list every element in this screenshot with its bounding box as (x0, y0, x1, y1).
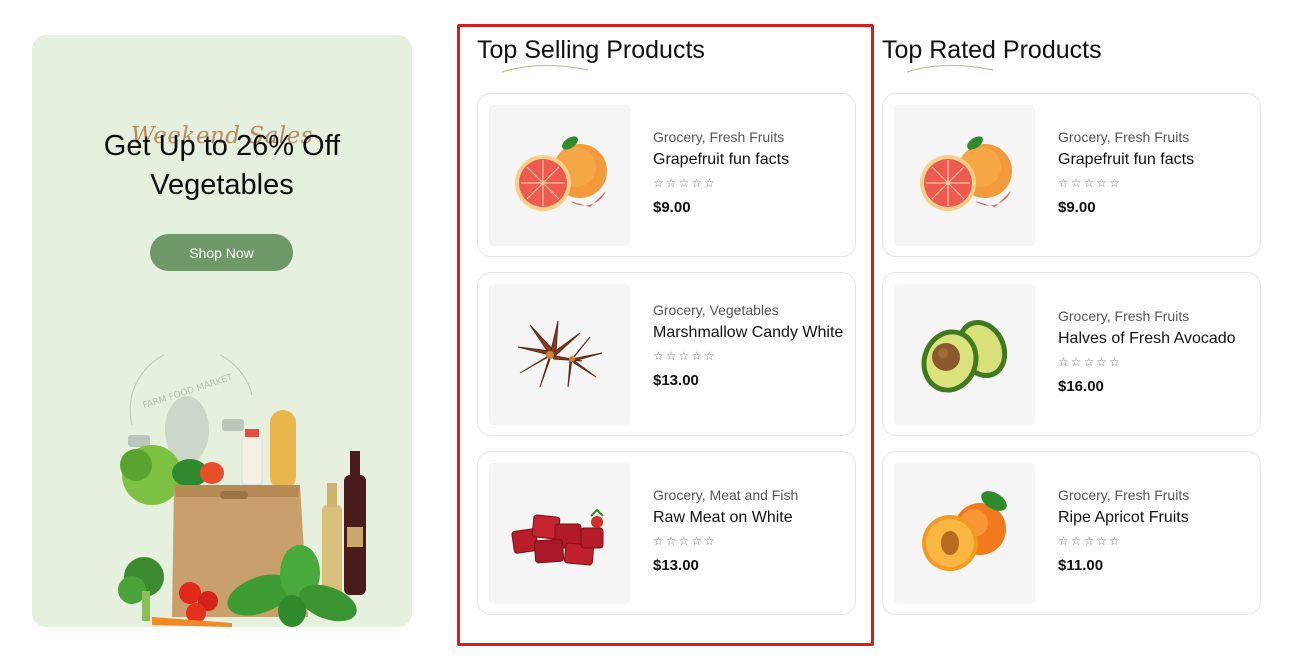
product-price: $9.00 (653, 199, 691, 216)
product-thumbnail[interactable] (894, 105, 1035, 246)
promo-banner: Weekend Sales Get Up to 26% Off Vegetabl… (32, 35, 412, 627)
rating-stars: ☆☆☆☆☆ (1058, 355, 1122, 369)
product-price: $9.00 (1058, 199, 1096, 216)
title-underline-decoration (906, 64, 994, 73)
rating-stars: ☆☆☆☆☆ (1058, 534, 1122, 548)
product-card[interactable]: Grocery, Vegetables Marshmallow Candy Wh… (477, 272, 856, 436)
rating-stars: ☆☆☆☆☆ (1058, 176, 1122, 190)
product-card[interactable]: Grocery, Fresh Fruits Grapefruit fun fac… (477, 93, 856, 257)
product-card[interactable]: Grocery, Fresh Fruits Ripe Apricot Fruit… (882, 451, 1261, 615)
grocery-bag-illustration: FARM FOOD MARKET (118, 355, 366, 627)
top-rated-title: Top Rated Products (882, 36, 1102, 64)
product-thumbnail[interactable] (489, 463, 630, 604)
product-name[interactable]: Ripe Apricot Fruits (1058, 509, 1253, 526)
raw-meat-icon (510, 508, 604, 565)
product-name[interactable]: Grapefruit fun facts (653, 151, 848, 168)
promo-title-line2: Vegetables (150, 169, 294, 201)
shop-now-button[interactable]: Shop Now (150, 234, 293, 271)
star-anise-icon (517, 320, 602, 387)
rating-stars: ☆☆☆☆☆ (653, 176, 717, 190)
rating-stars: ☆☆☆☆☆ (653, 349, 717, 363)
product-category[interactable]: Grocery, Vegetables (653, 301, 848, 319)
product-category[interactable]: Grocery, Meat and Fish (653, 486, 848, 504)
product-category[interactable]: Grocery, Fresh Fruits (1058, 486, 1253, 504)
product-thumbnail[interactable] (489, 105, 630, 246)
product-thumbnail[interactable] (489, 284, 630, 425)
product-category[interactable]: Grocery, Fresh Fruits (1058, 128, 1253, 146)
product-price: $11.00 (1058, 557, 1104, 574)
grapefruit-icon (919, 135, 1012, 211)
promo-title: Get Up to 26% Off Vegetables (32, 127, 412, 205)
product-name[interactable]: Grapefruit fun facts (1058, 151, 1253, 168)
product-category[interactable]: Grocery, Fresh Fruits (1058, 307, 1253, 325)
avocado-icon (921, 319, 1007, 393)
apricot-icon (921, 490, 1007, 571)
title-underline-decoration (501, 64, 589, 73)
product-thumbnail[interactable] (894, 284, 1035, 425)
rating-stars: ☆☆☆☆☆ (653, 534, 717, 548)
product-thumbnail[interactable] (894, 463, 1035, 604)
product-category[interactable]: Grocery, Fresh Fruits (653, 128, 848, 146)
product-card[interactable]: Grocery, Meat and Fish Raw Meat on White… (477, 451, 856, 615)
product-name[interactable]: Marshmallow Candy White (653, 324, 848, 341)
product-price: $16.00 (1058, 378, 1104, 395)
product-name[interactable]: Halves of Fresh Avocado (1058, 330, 1253, 347)
grapefruit-icon (514, 135, 607, 211)
product-card[interactable]: Grocery, Fresh Fruits Halves of Fresh Av… (882, 272, 1261, 436)
product-price: $13.00 (653, 557, 699, 574)
promo-title-line1: Get Up to 26% Off (103, 130, 341, 162)
product-card[interactable]: Grocery, Fresh Fruits Grapefruit fun fac… (882, 93, 1261, 257)
product-price: $13.00 (653, 372, 699, 389)
product-name[interactable]: Raw Meat on White (653, 509, 848, 526)
top-selling-title: Top Selling Products (477, 36, 705, 64)
